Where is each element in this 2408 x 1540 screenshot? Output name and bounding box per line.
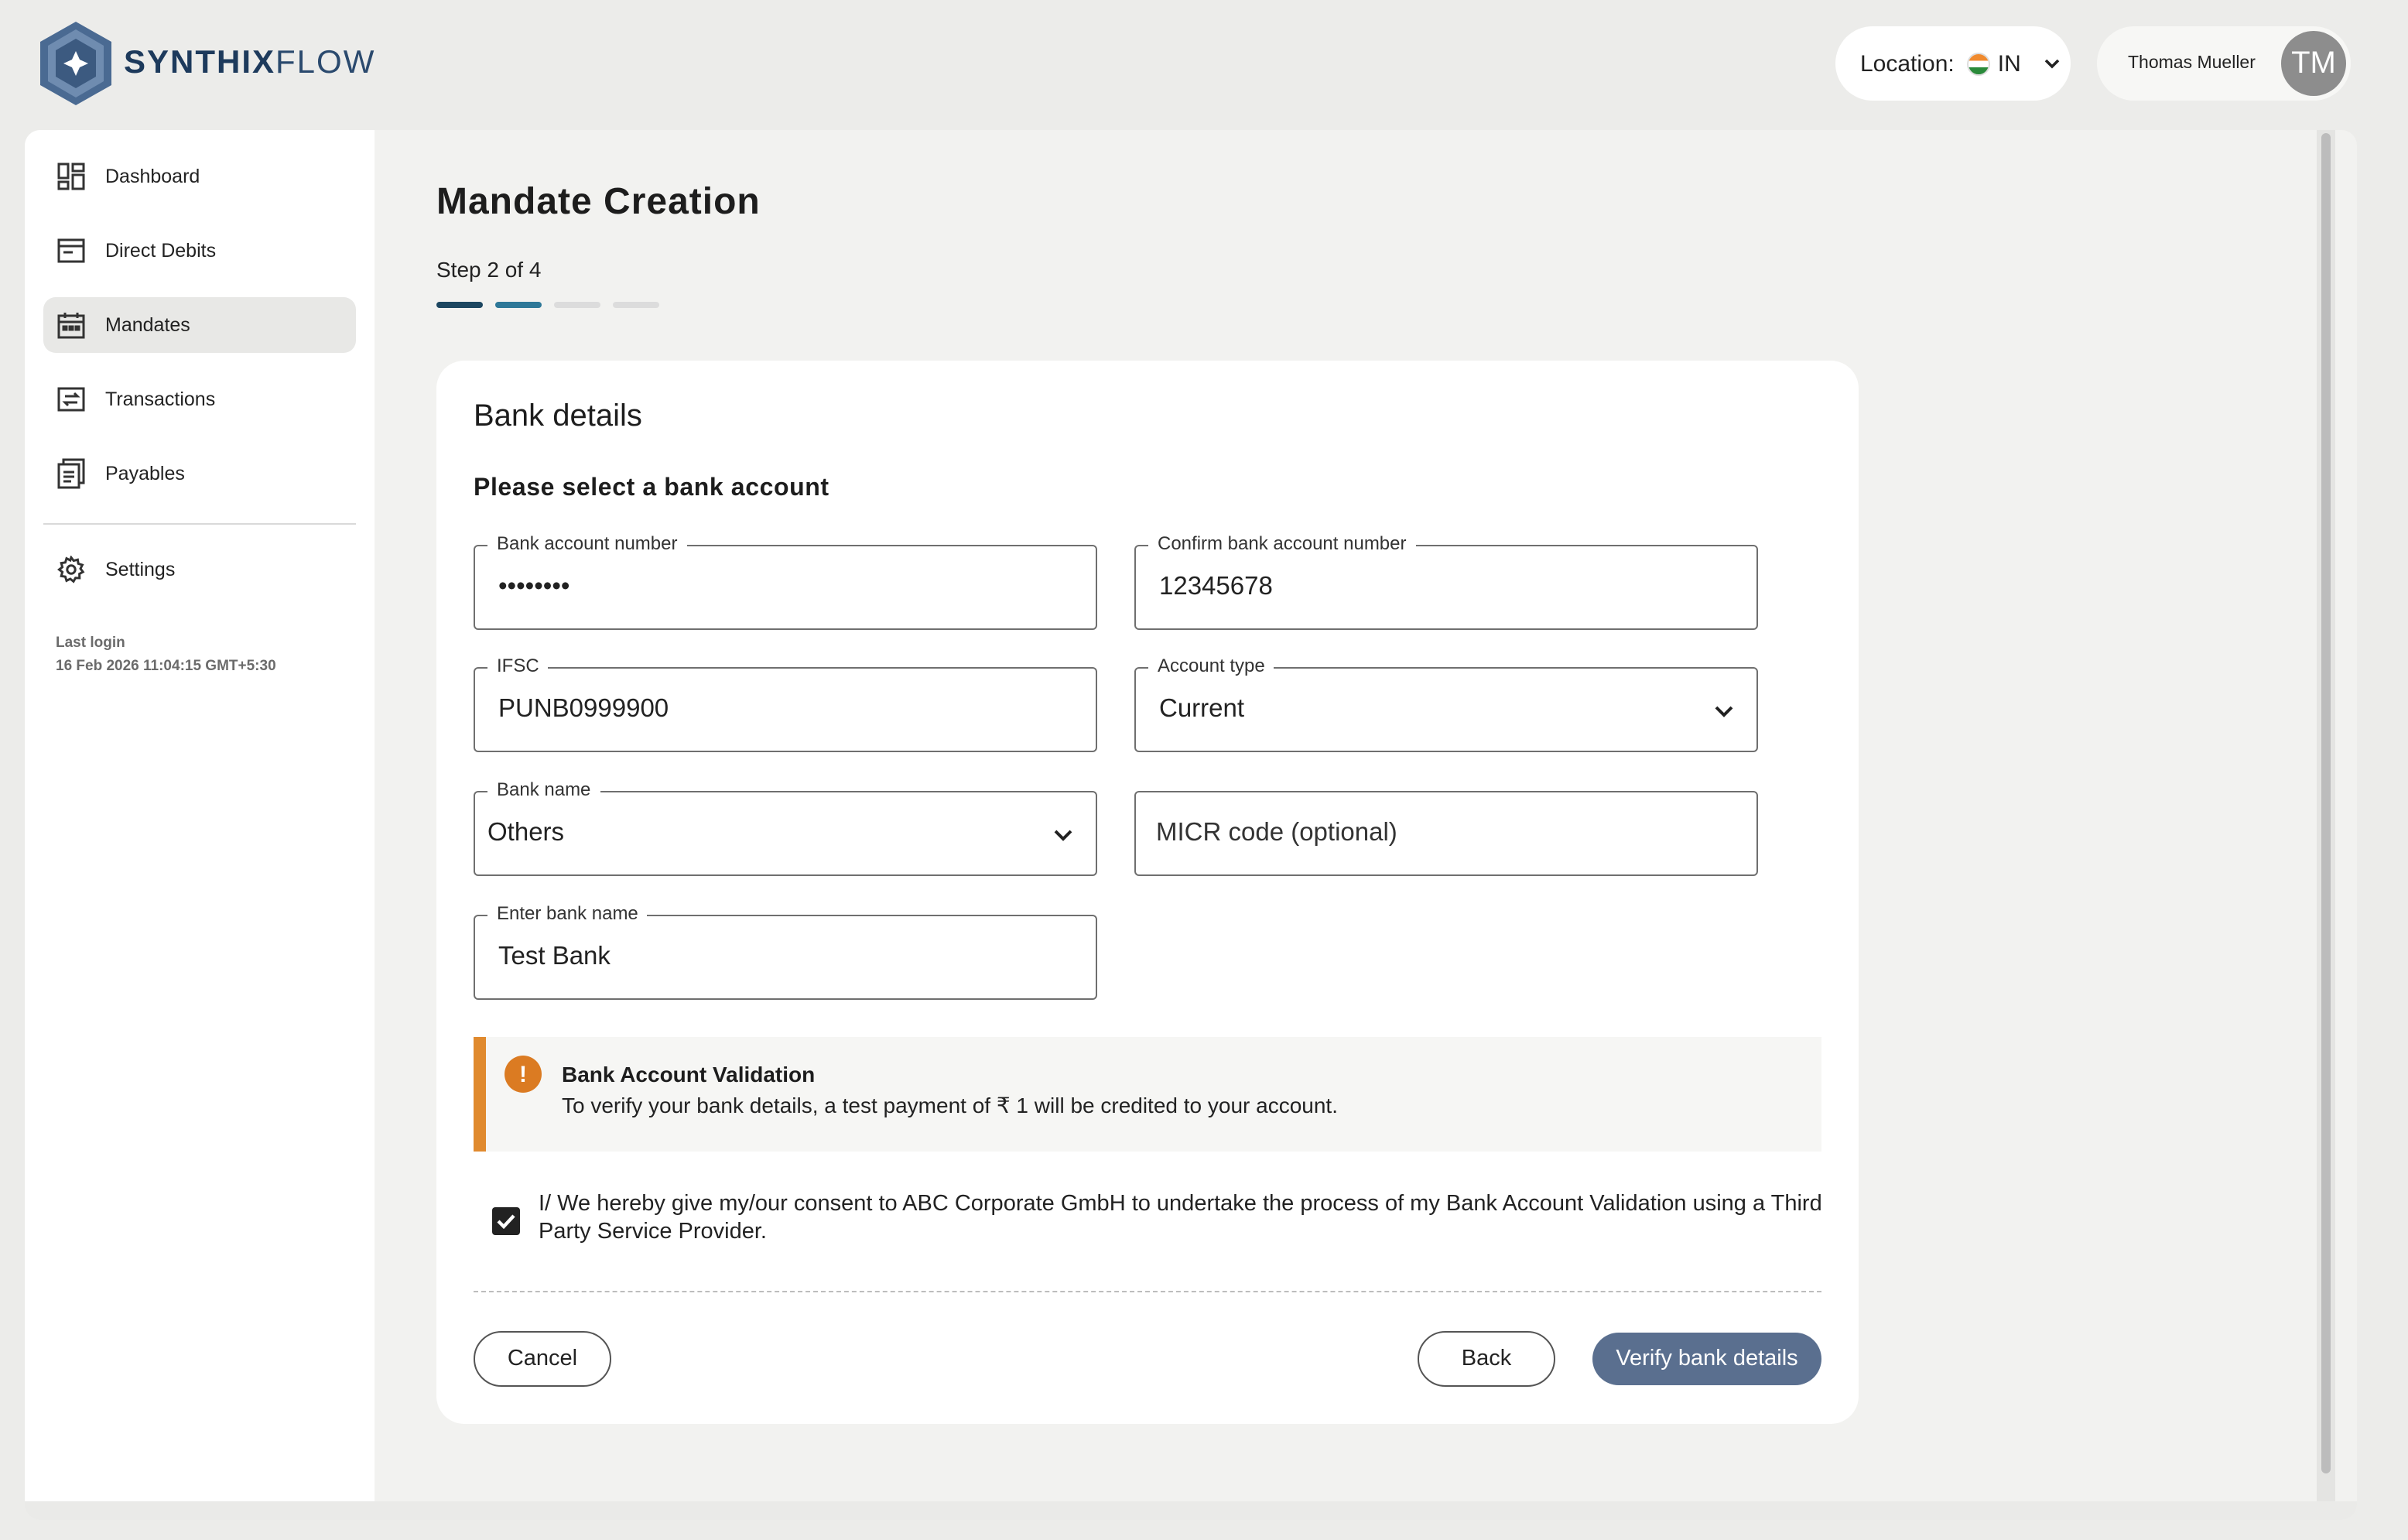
card-heading: Bank details bbox=[474, 399, 642, 433]
field-value: •••••••• bbox=[498, 573, 570, 601]
brand-name: SYNTHIXFLOW bbox=[124, 45, 376, 80]
bank-details-card: Bank details Please select a bank accoun… bbox=[436, 361, 1859, 1424]
page-title: Mandate Creation bbox=[436, 181, 761, 223]
field-label: Account type bbox=[1148, 655, 1274, 676]
user-name: Thomas Mueller bbox=[2128, 54, 2256, 73]
sidebar-item-direct-debits[interactable]: Direct Debits bbox=[43, 223, 356, 279]
field-value: PUNB0999900 bbox=[498, 695, 669, 723]
chevron-down-icon bbox=[2044, 59, 2060, 69]
chevron-down-icon bbox=[1054, 830, 1072, 841]
field-label: Bank account number bbox=[487, 532, 687, 554]
card-subheading: Please select a bank account bbox=[474, 475, 829, 501]
consent-text: I/ We hereby give my/our consent to ABC … bbox=[539, 1192, 1822, 1244]
sidebar-item-transactions[interactable]: Transactions bbox=[43, 371, 356, 427]
form-divider bbox=[474, 1291, 1821, 1292]
chevron-down-icon bbox=[1715, 706, 1733, 717]
logo-icon bbox=[40, 22, 111, 105]
last-login-label: Last login bbox=[56, 635, 125, 652]
payables-icon bbox=[56, 458, 87, 489]
sidebar-item-label: Direct Debits bbox=[105, 240, 217, 262]
step-bar-2 bbox=[495, 302, 542, 308]
sidebar-item-payables[interactable]: Payables bbox=[43, 446, 356, 501]
sidebar-item-label: Dashboard bbox=[105, 166, 200, 187]
last-login: Last login 16 Feb 2026 11:04:15 GMT+5:30 bbox=[56, 631, 276, 678]
transactions-icon bbox=[56, 384, 87, 415]
calendar-icon bbox=[56, 310, 87, 341]
ifsc-field[interactable]: IFSC PUNB0999900 bbox=[474, 655, 1097, 752]
last-login-value: 16 Feb 2026 11:04:15 GMT+5:30 bbox=[56, 658, 276, 675]
sidebar-item-mandates[interactable]: Mandates bbox=[43, 297, 356, 353]
location-selector[interactable]: Location: IN bbox=[1835, 26, 2071, 101]
location-code: IN bbox=[1997, 50, 2021, 77]
sidebar-item-label: Mandates bbox=[105, 314, 190, 336]
scrollbar-thumb[interactable] bbox=[2321, 133, 2331, 1473]
sidebar-item-label: Transactions bbox=[105, 388, 216, 410]
bank-account-number-field[interactable]: Bank account number •••••••• bbox=[474, 532, 1097, 630]
back-button[interactable]: Back bbox=[1418, 1331, 1555, 1387]
consent-row[interactable]: I/ We hereby give my/our consent to ABC … bbox=[492, 1190, 1823, 1246]
field-label: Enter bank name bbox=[487, 902, 648, 924]
micr-code-field[interactable]: MICR code (optional) bbox=[1134, 791, 1758, 876]
field-label: IFSC bbox=[487, 655, 549, 676]
avatar: TM bbox=[2281, 31, 2346, 96]
confirm-bank-account-number-field[interactable]: Confirm bank account number 12345678 bbox=[1134, 532, 1758, 630]
warning-icon: ! bbox=[505, 1056, 542, 1093]
step-indicator-text: Step 2 of 4 bbox=[436, 257, 542, 282]
alert-title: Bank Account Validation bbox=[562, 1062, 816, 1087]
brand-logo[interactable]: SYNTHIXFLOW bbox=[37, 20, 375, 107]
field-label: Bank name bbox=[487, 779, 600, 800]
enter-bank-name-field[interactable]: Enter bank name Test Bank bbox=[474, 902, 1097, 1000]
step-bar-1 bbox=[436, 302, 483, 308]
verify-bank-details-button[interactable]: Verify bank details bbox=[1592, 1333, 1821, 1385]
checkmark-icon bbox=[497, 1214, 515, 1230]
validation-alert: ! Bank Account Validation To verify your… bbox=[474, 1037, 1821, 1152]
bank-name-select[interactable]: Bank name Others bbox=[474, 779, 1097, 876]
sidebar: Dashboard Direct Debits Mandates Transac… bbox=[25, 130, 375, 1501]
field-value: 12345678 bbox=[1159, 573, 1273, 601]
consent-checkbox[interactable] bbox=[492, 1207, 520, 1235]
user-menu[interactable]: Thomas Mueller TM bbox=[2097, 26, 2351, 101]
step-bar-4 bbox=[613, 302, 659, 308]
sidebar-divider bbox=[43, 523, 356, 525]
step-bar-3 bbox=[554, 302, 600, 308]
sidebar-item-settings[interactable]: Settings bbox=[43, 542, 356, 597]
sidebar-item-label: Settings bbox=[105, 559, 176, 580]
sidebar-item-label: Payables bbox=[105, 463, 185, 484]
alert-text: To verify your bank details, a test paym… bbox=[562, 1093, 1338, 1117]
location-label: Location: bbox=[1860, 50, 1955, 77]
field-value: Test Bank bbox=[498, 943, 611, 970]
field-value: Others bbox=[487, 819, 565, 847]
bottom-strip bbox=[25, 1501, 2357, 1520]
gear-icon bbox=[56, 554, 87, 585]
direct-debits-icon bbox=[56, 235, 87, 266]
field-label: Confirm bank account number bbox=[1148, 532, 1416, 554]
field-placeholder: MICR code (optional) bbox=[1156, 819, 1397, 847]
cancel-button[interactable]: Cancel bbox=[474, 1331, 611, 1387]
account-type-select[interactable]: Account type Current bbox=[1134, 655, 1758, 752]
dashboard-icon bbox=[56, 161, 87, 192]
sidebar-item-dashboard[interactable]: Dashboard bbox=[43, 149, 356, 204]
field-value: Current bbox=[1159, 695, 1245, 723]
india-flag-icon bbox=[1966, 52, 1990, 75]
